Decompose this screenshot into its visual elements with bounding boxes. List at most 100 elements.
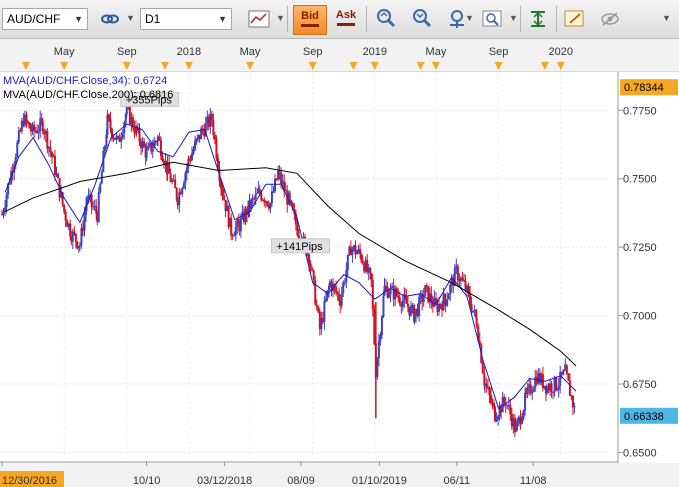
candle-body <box>397 295 400 298</box>
candle-body <box>377 341 380 359</box>
candle-body <box>254 193 257 199</box>
price-tick-label: 0.7000 <box>623 311 657 323</box>
candle-body <box>120 137 123 142</box>
candle-body <box>453 267 456 287</box>
candle-body <box>355 252 358 255</box>
candle-body <box>456 265 459 281</box>
candle-body <box>99 183 102 193</box>
candle-body <box>481 362 484 374</box>
candle-body <box>398 297 401 304</box>
time-axis-label: 10/10 <box>133 475 161 487</box>
candle-body <box>311 268 314 271</box>
candle-body <box>360 253 363 260</box>
candle-body <box>413 315 416 322</box>
candle-body <box>26 121 29 123</box>
candle-body <box>223 195 226 200</box>
candle-body <box>324 298 327 302</box>
candle-body <box>449 284 452 295</box>
candle-body <box>342 282 345 294</box>
candle-body <box>326 290 329 299</box>
time-axis-label: 01/10/2019 <box>352 475 407 487</box>
candle-body <box>521 418 524 424</box>
price-tick-label: 0.7750 <box>623 105 657 117</box>
candle-body <box>272 191 275 193</box>
candle-body <box>184 173 187 184</box>
candle-body <box>190 153 193 161</box>
candle-body <box>234 226 237 236</box>
candle-body <box>340 293 343 306</box>
candle-body <box>563 369 566 371</box>
candle-body <box>315 304 318 307</box>
candle-body <box>485 383 488 388</box>
candle-body <box>346 254 349 270</box>
candle-body <box>168 162 171 174</box>
candle-body <box>169 173 172 182</box>
candle-body <box>158 136 161 141</box>
candle-body <box>488 387 491 396</box>
candle-body <box>103 146 106 151</box>
price-chart[interactable]: +355Pips+141Pips MVA(AUD/CHF.Close,34): … <box>0 0 679 487</box>
price-axis-bg <box>606 72 679 462</box>
candle-body <box>90 194 93 207</box>
candle-body <box>258 189 261 193</box>
candle-body <box>370 273 373 280</box>
candle-body <box>379 334 382 342</box>
candle-body <box>273 178 276 192</box>
last-price-label: 0.66338 <box>624 411 664 423</box>
candle-body <box>41 120 44 132</box>
candle-body <box>383 285 386 296</box>
candle-body <box>78 245 81 247</box>
candle-body <box>351 248 354 256</box>
candle-body <box>380 316 383 335</box>
candle-body <box>475 318 478 327</box>
candle-body <box>49 146 52 153</box>
candle-body <box>151 147 154 152</box>
candle-body <box>187 158 190 161</box>
candle-body <box>382 295 385 317</box>
candle-body <box>565 365 568 374</box>
candle-body <box>288 192 291 201</box>
candle-body <box>73 231 76 234</box>
candle-body <box>195 138 198 142</box>
candle-body <box>461 277 464 281</box>
candle-body <box>495 419 498 422</box>
time-axis-label: 12/30/2016 <box>2 475 57 487</box>
candle-body <box>109 118 112 129</box>
candle-body <box>567 373 570 381</box>
candle-body <box>143 141 146 147</box>
candle-body <box>2 211 5 215</box>
candle-body <box>317 306 320 312</box>
candle-body <box>371 279 374 309</box>
candle-body <box>189 160 192 162</box>
candle-body <box>568 380 571 396</box>
candle-body <box>28 122 31 129</box>
candle-body <box>532 388 535 392</box>
candle-body <box>469 292 472 304</box>
candle-body <box>123 122 126 134</box>
candle-body <box>472 310 475 313</box>
candle-body <box>388 294 391 298</box>
candle-body <box>5 194 8 208</box>
candle-body <box>323 301 326 322</box>
time-axis-label: 11/08 <box>520 475 547 487</box>
candle-body <box>555 376 558 390</box>
candle-body <box>74 233 77 242</box>
price-tick-label: 0.7250 <box>623 242 657 254</box>
candle-body <box>171 180 174 182</box>
candle-body <box>497 416 500 420</box>
candle-body <box>278 171 281 173</box>
candle-body <box>361 259 364 264</box>
candle-body <box>531 391 534 394</box>
candle-body <box>46 131 49 149</box>
candle-body <box>376 358 379 377</box>
candle-body <box>573 406 576 408</box>
candle-body <box>444 294 447 301</box>
candle-body <box>53 155 56 176</box>
candle-body <box>213 134 216 139</box>
legend-ma34: MVA(AUD/CHF.Close,34): 0.6724 <box>3 75 167 87</box>
candle-body <box>552 391 555 393</box>
candle-body <box>239 218 242 232</box>
time-axis-label: 06/11 <box>443 475 470 487</box>
candle-body <box>182 183 185 189</box>
candle-body <box>210 113 213 120</box>
